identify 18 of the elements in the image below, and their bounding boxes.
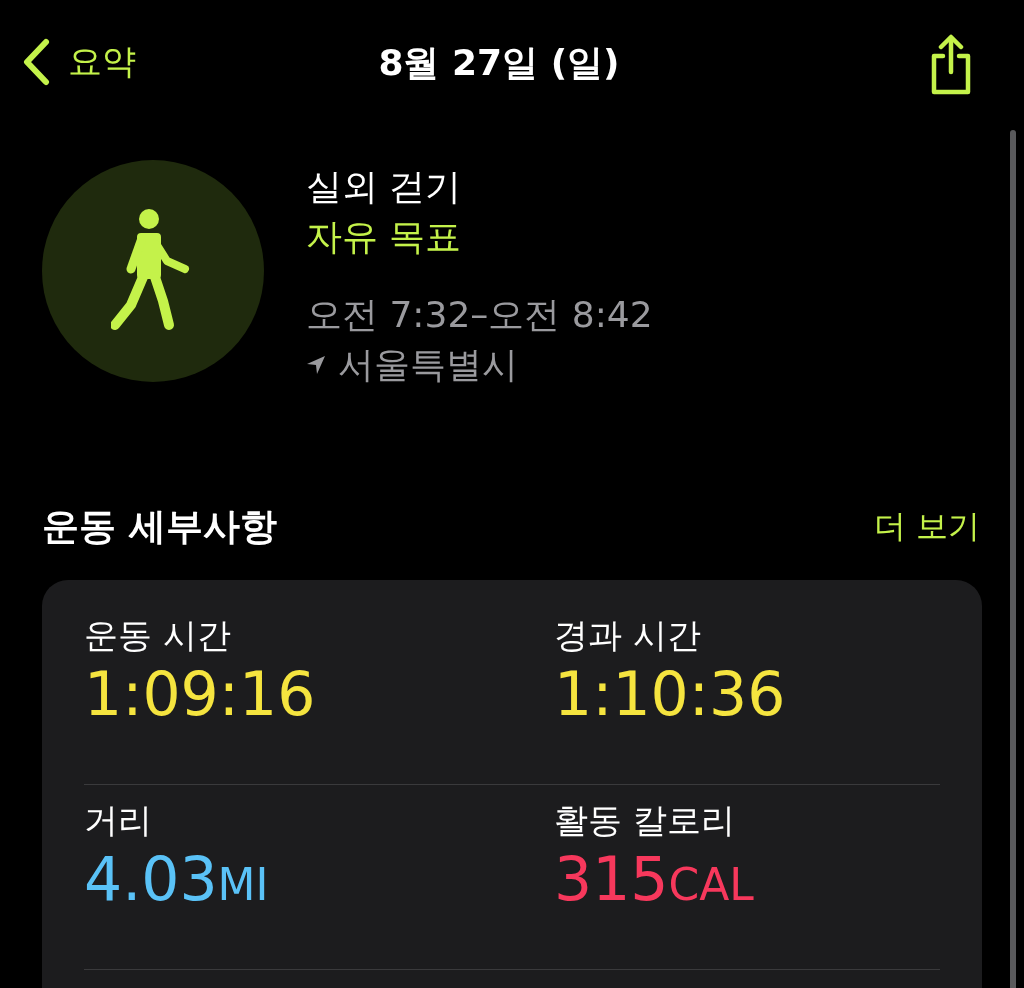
workout-name: 실외 걷기 bbox=[306, 165, 463, 209]
more-link[interactable]: 더 보기 bbox=[873, 505, 980, 549]
metric-label: 활동 칼로리 bbox=[554, 799, 736, 842]
nav-title: 8월 27일 (일) bbox=[378, 40, 620, 85]
time-range: 오전 7:32–오전 8:42 bbox=[306, 293, 653, 337]
metric-value: 4.03MI bbox=[84, 843, 270, 916]
chevron-left-icon bbox=[22, 38, 50, 86]
section-title: 운동 세부사항 bbox=[42, 504, 277, 550]
workout-goal: 자유 목표 bbox=[306, 215, 463, 259]
metric-value: 315CAL bbox=[554, 843, 755, 916]
metric-value: 1:10:36 bbox=[554, 658, 787, 730]
location: 서울특별시 bbox=[338, 343, 518, 387]
metric-label: 거리 bbox=[84, 799, 153, 842]
metric-label: 운동 시간 bbox=[84, 614, 232, 657]
location-arrow-icon bbox=[306, 355, 326, 375]
back-button[interactable]: 요약 bbox=[22, 38, 136, 86]
metric-label: 경과 시간 bbox=[554, 614, 702, 657]
metric-value: 1:09:16 bbox=[84, 658, 317, 730]
